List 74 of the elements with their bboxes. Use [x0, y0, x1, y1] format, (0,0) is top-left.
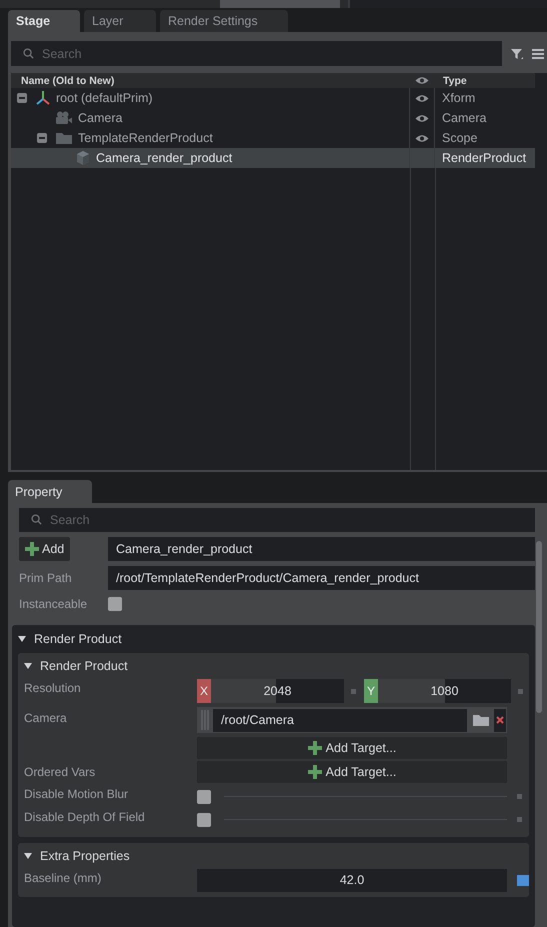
folder-icon[interactable] [473, 714, 489, 726]
collapse-triangle-icon [24, 662, 32, 670]
filter-icon[interactable] [510, 46, 524, 60]
group-header[interactable]: Render Product [18, 653, 529, 679]
default-marker[interactable] [351, 688, 356, 694]
name-field[interactable]: Camera_render_product [108, 537, 535, 561]
attribute-label: Camera [24, 711, 67, 725]
field-label: Instanceable [19, 597, 88, 611]
panel-tab[interactable]: Stage [8, 10, 80, 32]
collapse-triangle-icon [24, 852, 32, 860]
cube-icon [75, 150, 91, 166]
section-header[interactable]: Render Product [12, 625, 535, 653]
attribute-label: Disable Motion Blur [24, 787, 128, 801]
search-field[interactable]: Search [19, 508, 535, 532]
remove-button[interactable] [494, 708, 506, 732]
collapse-icon[interactable] [37, 133, 47, 143]
attribute-label: Baseline (mm) [24, 871, 102, 885]
default-marker[interactable] [517, 816, 522, 822]
axes-icon [35, 90, 51, 106]
attribute-label: Disable Depth Of Field [24, 810, 145, 824]
attribute-label: Ordered Vars [24, 765, 96, 779]
prim-name: Camera [78, 111, 122, 125]
prim-type: RenderProduct [442, 151, 526, 165]
close-icon [496, 716, 504, 724]
default-marker[interactable] [517, 794, 522, 798]
group-header[interactable]: Extra Properties [18, 843, 529, 869]
tree-row[interactable]: Camera Camera [11, 108, 535, 128]
axis-label: X [197, 679, 211, 703]
target-path-field[interactable]: /root/Camera [213, 708, 467, 732]
eye-icon[interactable] [415, 114, 429, 122]
add-target-button[interactable]: Add Target... [197, 737, 507, 759]
panel-tab[interactable]: Layer [84, 10, 156, 32]
prim-type: Scope [442, 131, 478, 145]
add-button[interactable]: Add [19, 537, 70, 561]
panel-tab[interactable]: Render Settings [160, 10, 288, 32]
eye-icon[interactable] [415, 134, 429, 142]
plus-icon [308, 765, 322, 779]
checkbox[interactable] [108, 597, 122, 611]
checkbox[interactable] [197, 813, 211, 827]
checkbox[interactable] [197, 790, 211, 804]
prim-name: root (defaultPrim) [56, 91, 153, 105]
menu-icon[interactable] [532, 48, 544, 60]
tree-row[interactable]: Camera_render_product RenderProduct [11, 148, 535, 168]
number-field[interactable]: 1080 [378, 679, 511, 703]
axis-label: Y [364, 679, 378, 703]
collapse-icon[interactable] [17, 93, 27, 103]
field-label: Prim Path [19, 571, 72, 585]
add-target-button[interactable]: Add Target... [197, 761, 507, 783]
plus-icon [308, 741, 322, 755]
prim-name: TemplateRenderProduct [78, 131, 213, 145]
prim-type: Xform [442, 91, 476, 105]
prim-path-field[interactable]: /root/TemplateRenderProduct/Camera_render_product [108, 566, 535, 590]
prim-name: Camera_render_product [96, 151, 232, 165]
panel-tab[interactable]: Property [8, 480, 92, 503]
search-field[interactable]: Search [11, 41, 502, 66]
camera-icon [55, 111, 73, 125]
attribute-label: Resolution [24, 681, 81, 695]
number-field[interactable]: 42.0 [197, 868, 507, 892]
plus-icon [25, 542, 39, 556]
eye-icon[interactable] [415, 94, 429, 102]
search-icon [31, 514, 42, 525]
folder-icon [55, 131, 73, 145]
column-header[interactable]: Name (Old to New) [11, 74, 410, 86]
prim-type: Camera [442, 111, 486, 125]
eye-icon[interactable] [415, 76, 429, 85]
number-field[interactable]: 2048 [211, 679, 344, 703]
column-header[interactable]: Type [434, 74, 467, 86]
drag-handle-icon[interactable] [201, 710, 209, 730]
search-icon [23, 48, 34, 59]
tree-row[interactable]: root (defaultPrim) Xform [11, 88, 535, 108]
override-marker[interactable] [517, 874, 529, 886]
collapse-triangle-icon [18, 635, 26, 643]
default-marker[interactable] [518, 688, 523, 694]
scrollbar-thumb[interactable] [536, 541, 542, 713]
